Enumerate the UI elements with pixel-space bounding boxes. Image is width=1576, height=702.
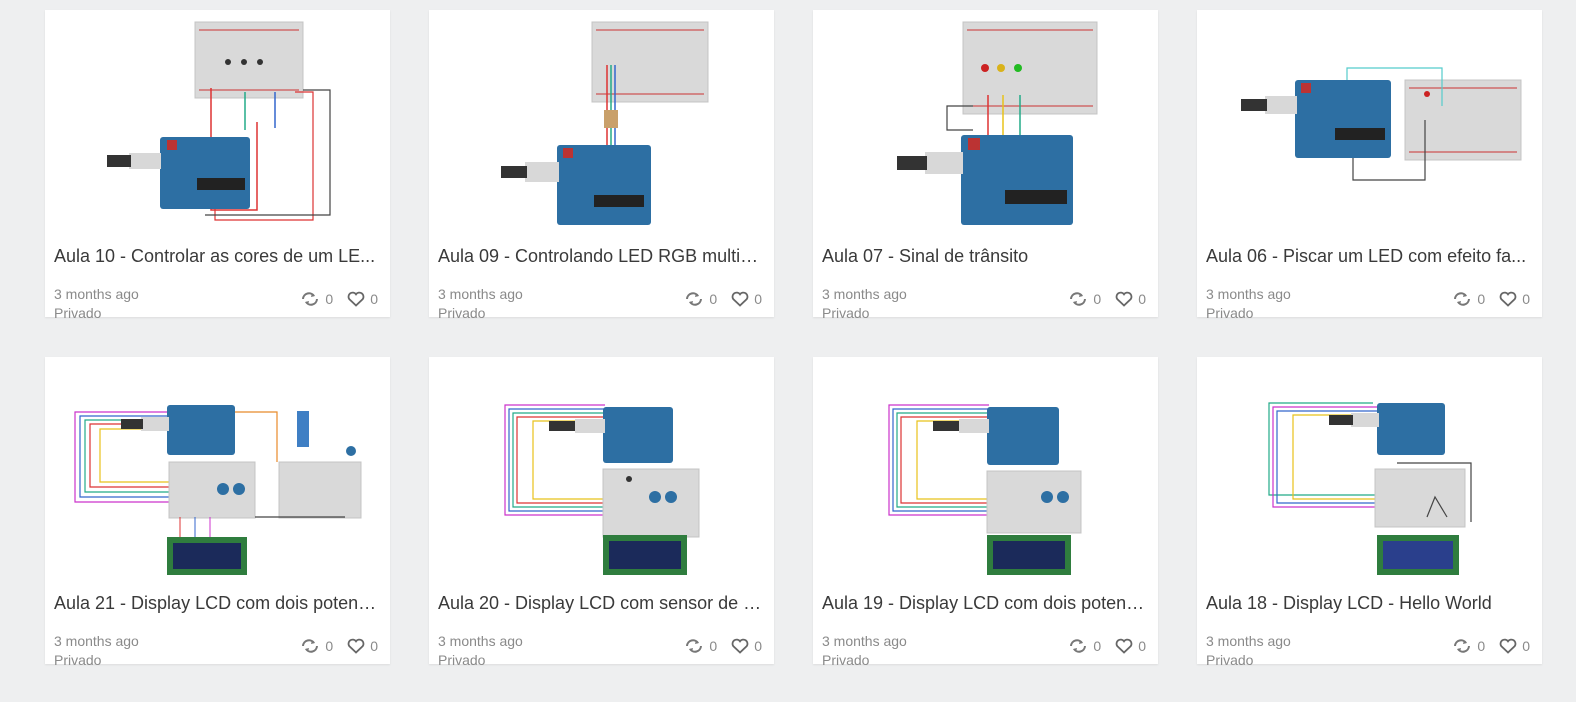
like-count: 0: [1138, 291, 1146, 307]
like-stat[interactable]: 0: [1499, 638, 1530, 654]
remix-count: 0: [1093, 638, 1102, 654]
like-stat[interactable]: 0: [347, 638, 378, 654]
card-timestamp: 3 months ago: [54, 286, 139, 302]
circuits-grid: Aula 10 - Controlar as cores de um LE...…: [0, 0, 1576, 702]
circuit-thumbnail[interactable]: [813, 10, 1158, 240]
card-timestamp: 3 months ago: [438, 633, 523, 649]
heart-icon: [347, 291, 365, 307]
card-privacy: Privado: [438, 305, 486, 321]
card-stats: 0 0: [1452, 290, 1530, 308]
remix-icon: [300, 637, 320, 655]
card-stats: 0 0: [684, 290, 762, 308]
card-stats: 0 0: [684, 637, 762, 655]
like-count: 0: [754, 291, 762, 307]
remix-count: 0: [1477, 638, 1486, 654]
remix-icon: [1452, 290, 1472, 308]
card-title[interactable]: Aula 06 - Piscar um LED com efeito fa...: [1206, 246, 1531, 267]
circuit-card[interactable]: Aula 06 - Piscar um LED com efeito fa...…: [1197, 10, 1542, 321]
remix-stat[interactable]: 0: [1068, 290, 1101, 308]
circuit-thumbnail[interactable]: [1197, 10, 1542, 240]
card-timestamp: 3 months ago: [1206, 286, 1291, 302]
card-privacy: Privado: [54, 305, 102, 321]
heart-icon: [731, 638, 749, 654]
card-privacy: Privado: [1206, 305, 1254, 321]
card-stats: 0 0: [300, 637, 378, 655]
like-stat[interactable]: 0: [1115, 291, 1146, 307]
card-privacy: Privado: [438, 652, 486, 668]
circuit-card[interactable]: Aula 10 - Controlar as cores de um LE...…: [45, 10, 390, 321]
remix-count: 0: [325, 291, 334, 307]
like-count: 0: [754, 638, 762, 654]
heart-icon: [1499, 638, 1517, 654]
like-count: 0: [370, 638, 378, 654]
remix-stat[interactable]: 0: [300, 290, 333, 308]
remix-count: 0: [325, 638, 334, 654]
like-count: 0: [1522, 291, 1530, 307]
like-stat[interactable]: 0: [731, 638, 762, 654]
circuit-thumbnail[interactable]: [45, 10, 390, 240]
heart-icon: [1115, 291, 1133, 307]
circuit-card[interactable]: Aula 19 - Display LCD com dois potenc...…: [813, 357, 1158, 668]
circuit-thumbnail[interactable]: [429, 357, 774, 587]
card-title[interactable]: Aula 07 - Sinal de trânsito: [822, 246, 1147, 267]
circuit-card[interactable]: Aula 21 - Display LCD com dois potenc...…: [45, 357, 390, 668]
heart-icon: [731, 291, 749, 307]
card-title[interactable]: Aula 20 - Display LCD com sensor de t...: [438, 593, 763, 614]
remix-stat[interactable]: 0: [300, 637, 333, 655]
card-timestamp: 3 months ago: [822, 633, 907, 649]
circuit-thumbnail[interactable]: [45, 357, 390, 587]
remix-count: 0: [1477, 291, 1486, 307]
circuit-thumbnail[interactable]: [813, 357, 1158, 587]
remix-stat[interactable]: 0: [684, 637, 717, 655]
card-title[interactable]: Aula 18 - Display LCD - Hello World: [1206, 593, 1531, 614]
remix-stat[interactable]: 0: [1452, 637, 1485, 655]
like-count: 0: [1522, 638, 1530, 654]
heart-icon: [347, 638, 365, 654]
card-stats: 0 0: [1452, 637, 1530, 655]
card-stats: 0 0: [1068, 637, 1146, 655]
remix-icon: [1068, 637, 1088, 655]
card-timestamp: 3 months ago: [54, 633, 139, 649]
card-timestamp: 3 months ago: [822, 286, 907, 302]
circuit-card[interactable]: Aula 20 - Display LCD com sensor de t...…: [429, 357, 774, 668]
heart-icon: [1499, 291, 1517, 307]
circuit-card[interactable]: Aula 18 - Display LCD - Hello World 3 mo…: [1197, 357, 1542, 668]
card-timestamp: 3 months ago: [438, 286, 523, 302]
like-stat[interactable]: 0: [347, 291, 378, 307]
card-timestamp: 3 months ago: [1206, 633, 1291, 649]
circuit-card[interactable]: Aula 09 - Controlando LED RGB multic... …: [429, 10, 774, 321]
like-count: 0: [1138, 638, 1146, 654]
card-title[interactable]: Aula 19 - Display LCD com dois potenc...: [822, 593, 1147, 614]
card-title[interactable]: Aula 21 - Display LCD com dois potenc...: [54, 593, 379, 614]
remix-icon: [1068, 290, 1088, 308]
heart-icon: [1115, 638, 1133, 654]
remix-stat[interactable]: 0: [1068, 637, 1101, 655]
like-stat[interactable]: 0: [731, 291, 762, 307]
circuit-thumbnail[interactable]: [429, 10, 774, 240]
remix-icon: [684, 290, 704, 308]
remix-stat[interactable]: 0: [1452, 290, 1485, 308]
circuit-thumbnail[interactable]: [1197, 357, 1542, 587]
card-title[interactable]: Aula 10 - Controlar as cores de um LE...: [54, 246, 379, 267]
card-privacy: Privado: [822, 305, 870, 321]
card-title[interactable]: Aula 09 - Controlando LED RGB multic...: [438, 246, 763, 267]
card-stats: 0 0: [300, 290, 378, 308]
remix-icon: [300, 290, 320, 308]
like-count: 0: [370, 291, 378, 307]
like-stat[interactable]: 0: [1115, 638, 1146, 654]
remix-count: 0: [709, 638, 718, 654]
circuit-card[interactable]: Aula 07 - Sinal de trânsito 3 months ago…: [813, 10, 1158, 321]
card-stats: 0 0: [1068, 290, 1146, 308]
remix-stat[interactable]: 0: [684, 290, 717, 308]
card-privacy: Privado: [1206, 652, 1254, 668]
like-stat[interactable]: 0: [1499, 291, 1530, 307]
remix-icon: [684, 637, 704, 655]
remix-count: 0: [1093, 291, 1102, 307]
card-privacy: Privado: [54, 652, 102, 668]
card-privacy: Privado: [822, 652, 870, 668]
remix-count: 0: [709, 291, 718, 307]
remix-icon: [1452, 637, 1472, 655]
